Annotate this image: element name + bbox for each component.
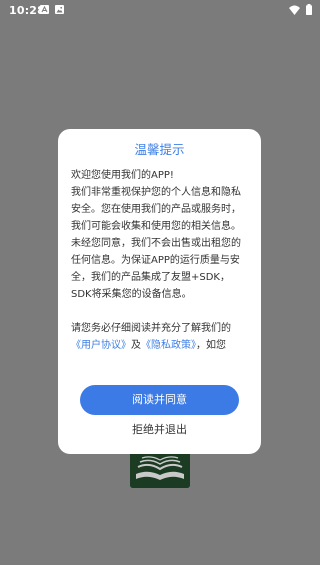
dialog-body[interactable]: 欢迎您使用我们的APP! 我们非常重视保护您的个人信息和隐私安全。您在使用我们的… (71, 167, 249, 361)
paragraph-2-tail: ，如您 (196, 340, 226, 351)
dialog-title: 温馨提示 (134, 142, 185, 157)
and-text: 及 (131, 340, 141, 351)
user-agreement-link[interactable]: 《用户协议》 (71, 340, 131, 351)
agree-button[interactable]: 阅读并同意 (80, 385, 239, 415)
gallery-notification-icon (55, 5, 64, 14)
decline-button[interactable]: 拒绝并退出 (80, 419, 239, 441)
battery-icon (306, 4, 312, 18)
wifi-icon (289, 5, 300, 18)
dialog-greeting: 欢迎您使用我们的APP! (71, 170, 174, 181)
system-icons (289, 4, 312, 18)
dialog-paragraph-1: 我们非常重视保护您的个人信息和隐私安全。您在使用我们的产品或服务时，我们可能会收… (71, 187, 241, 300)
privacy-policy-link[interactable]: 《隐私政策》 (141, 340, 196, 351)
notification-icons (40, 5, 64, 14)
text-notification-icon (40, 5, 49, 14)
paragraph-2-lead: 请您务必仔细阅读并充分了解我们的 (71, 323, 231, 334)
privacy-dialog: 温馨提示 欢迎您使用我们的APP! 我们非常重视保护您的个人信息和隐私安全。您在… (58, 129, 261, 454)
dialog-paragraph-2: 请您务必仔细阅读并充分了解我们的《用户协议》及《隐私政策》，如您 (71, 320, 249, 354)
status-bar: 10:28 (0, 0, 320, 22)
